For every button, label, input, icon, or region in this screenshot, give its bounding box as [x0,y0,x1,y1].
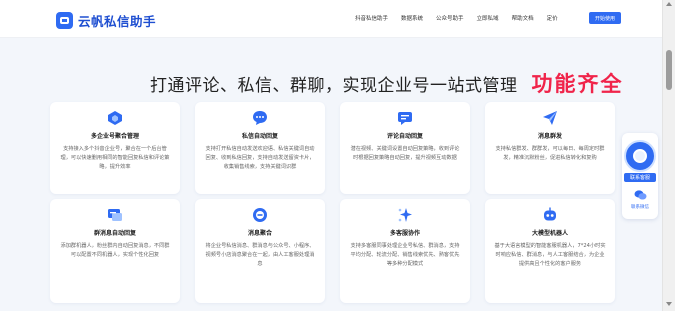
feature-title: 群消息自动回复 [93,230,136,237]
feature-title: 多客服协作 [389,230,420,237]
feature-desc: 添加群机器人，粉丝群内自动回复消息，不同群可以配置不同机器人，实现个性化回复 [60,243,170,259]
contact-float-panel: 联系客服 联系微信 [622,133,658,219]
feature-title: 消息聚合 [247,230,272,237]
chat-bubble-icon [253,111,267,125]
brand-name: 云帆私信助手 [78,14,157,29]
feature-desc: 潜在视频、关键词设置自动回复策略，收到评论时根据回复策略自动回复，提升视频互动数… [350,146,460,162]
start-button[interactable]: 开始使用 [589,12,621,24]
nav-item-private-domain[interactable]: 立即私域 [477,14,499,22]
contact-wechat-button[interactable]: 联系微信 [622,204,658,210]
feature-desc: 将企业号私信消息、群消息与公众号、小程序、视频号小店消息聚合在一起，由人工客服处… [205,243,315,268]
page-scrollbar[interactable] [662,0,675,311]
feature-title: 消息群发 [537,133,562,140]
feature-title: 大模型机器人 [531,230,568,237]
brand-logo[interactable]: 云帆私信助手 [56,11,156,30]
feature-card: 消息聚合 将企业号私信消息、群消息与公众号、小程序、视频号小店消息聚合在一起，由… [195,199,325,303]
nav-item-official-account[interactable]: 公众号助手 [436,14,464,22]
comment-icon [398,112,412,125]
wechat-icon[interactable] [634,190,647,200]
feature-desc: 支持私信群发、群群发，可以每日、每周定时群发，精准沉默粉丝，促进私信转化和复购 [495,146,605,162]
feature-title: 多企业号聚合管理 [90,133,139,140]
paper-plane-icon [543,111,557,125]
feature-card: 评论自动回复 潜在视频、关键词设置自动回复策略，收到评论时根据回复策略自动回复，… [340,102,470,194]
main-nav: 抖音私信助手 数据系统 公众号助手 立即私域 帮助文档 定价 [355,14,571,22]
feature-card: 大模型机器人 基于大语言模型的智能客服机器人，7*24小时实时响应私信、群消息，… [485,199,615,303]
top-navbar: 云帆私信助手 抖音私信助手 数据系统 公众号助手 立即私域 帮助文档 定价 开始… [0,0,662,38]
sparkle-icon [398,208,412,222]
nav-item-pricing[interactable]: 定价 [547,14,558,22]
scroll-up-arrow-icon[interactable] [666,2,672,6]
feature-card: 群消息自动回复 添加群机器人，粉丝群内自动回复消息，不同群可以配置不同机器人，实… [50,199,180,303]
nav-item-data-system[interactable]: 数据系统 [401,14,423,22]
feature-card: 多客服协作 支持多客服同事处理企业号私信、群消息，支持平均分配、轮流分配、销售线… [340,199,470,303]
contact-service-button[interactable]: 联系客服 [624,173,656,182]
feature-desc: 支持多客服同事处理企业号私信、群消息，支持平均分配、轮流分配、销售线索优先、熟客… [350,243,460,268]
feature-desc: 支持接入多个抖音企业号，聚合在一个后台管理，可以快速删用相同的智能回复私信和评论… [60,146,170,171]
headline-main: 打通评论、私信、群聊，实现企业号一站式管理 [150,76,518,96]
cube-icon [108,111,122,125]
group-message-icon [108,209,122,221]
feature-title: 评论自动回复 [386,133,423,140]
feature-desc: 基于大语言模型的智能客服机器人，7*24小时实时响应私信、群消息，与人工客服结合… [494,243,606,268]
message-merge-icon [253,208,267,222]
robot-icon [544,207,556,221]
logo-icon [56,12,73,29]
scroll-down-arrow-icon[interactable] [666,302,672,306]
feature-card: 消息群发 支持私信群发、群群发，可以每日、每周定时群发，精准沉默粉丝，促进私信转… [485,102,615,194]
scroll-thumb[interactable] [666,50,672,90]
feature-card: 私信自动回复 支持打开私信自动发送欢迎语、私信关键词自动回复、收到私信回复，支持… [195,102,325,194]
nav-item-help-docs[interactable]: 帮助文档 [512,14,534,22]
page-headline: 打通评论、私信、群聊，实现企业号一站式管理 功能齐全 [150,68,624,98]
feature-card: 多企业号聚合管理 支持接入多个抖音企业号，聚合在一个后台管理，可以快速删用相同的… [50,102,180,194]
nav-item-douyin-assistant[interactable]: 抖音私信助手 [355,14,388,22]
customer-service-avatar[interactable] [624,140,656,172]
feature-title: 私信自动回复 [241,133,278,140]
feature-desc: 支持打开私信自动发送欢迎语、私信关键词自动回复、收到私信回复，支持自动发送留资卡… [205,146,315,171]
headset-icon [633,149,647,163]
headline-accent: 功能齐全 [531,72,624,96]
